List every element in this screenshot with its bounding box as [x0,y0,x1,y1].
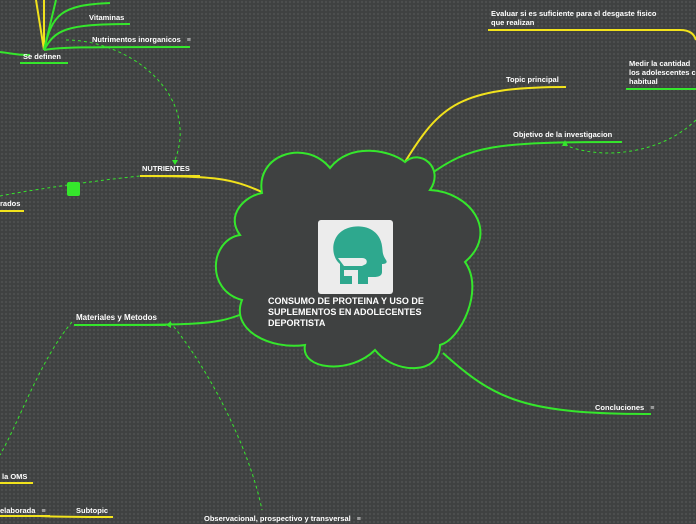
node-observacional[interactable]: Observacional, prospectivo y transversal… [204,514,361,524]
connector-stem-3 [43,0,57,51]
node-materiales-metodos[interactable]: Materiales y Metodos [76,313,157,322]
connector-nutrientes [139,175,263,193]
node-se-definen[interactable]: Se definen [23,52,61,61]
connector-objetivo [427,141,623,177]
node-label: Concluciones [595,403,645,412]
node-nutrimentos-inorganicos[interactable]: Nutrimentos inorganicos ≡ [92,35,191,45]
menu-icon[interactable]: ≡ [650,405,654,412]
arrow-materiales [166,321,171,328]
central-topic-title[interactable]: CONSUMO DE PROTEINA Y USO DE SUPLEMENTOS… [268,296,458,329]
node-subtopic[interactable]: Subtopic [76,506,108,515]
node-label: Observacional, prospectivo y transversal [204,514,351,523]
relation-materiales-observacional [169,321,263,511]
menu-icon[interactable]: ≡ [187,37,191,44]
node-objetivo[interactable]: Objetivo de la investigacion [513,130,612,139]
node-conclusiones[interactable]: Concluciones ≡ [595,403,654,413]
head-profile-icon [318,220,393,294]
connector-inorganicos [43,46,191,51]
connector-topic-principal [404,86,567,163]
node-topic-principal[interactable]: Topic principal [506,75,559,84]
node-medir[interactable]: Medir la cantidad los adolescentes c hab… [629,59,696,86]
connector-top-stem-1 [35,0,45,51]
node-underlines [20,62,200,326]
connector-evaluar [488,29,696,41]
node-nutrientes[interactable]: NUTRIENTES [142,164,190,173]
relation-materiales-oms [0,321,73,456]
node-la-oms[interactable]: la OMS [2,472,27,481]
drag-handle[interactable] [67,182,80,196]
connector-subtopic [39,515,114,518]
node-rados[interactable]: rados [0,199,20,208]
node-label: Nutrimentos inorganicos [92,35,181,44]
relation-inorganicos-nutrientes [65,39,181,161]
menu-icon[interactable]: ≡ [41,508,45,515]
node-evaluar[interactable]: Evaluar si es suficiente para el desgast… [491,9,661,27]
node-vitaminas[interactable]: Vitaminas [89,13,124,22]
node-elaborada[interactable]: elaborada ≡ [0,506,46,516]
node-label: elaborada [0,506,36,515]
